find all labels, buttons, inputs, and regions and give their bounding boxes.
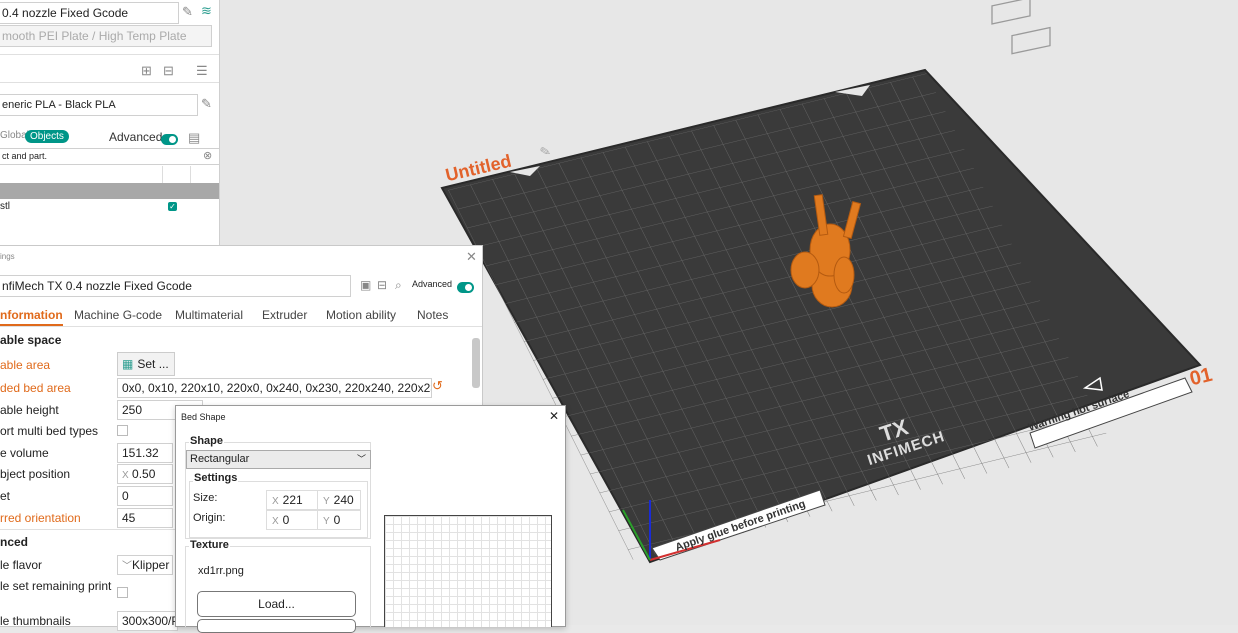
column-divider [190, 166, 191, 183]
tab-divider [0, 326, 482, 327]
wifi-icon[interactable]: ≋ [201, 3, 212, 19]
object-position-label: bject position [0, 467, 71, 481]
edit-printer-icon[interactable]: ✎ [182, 4, 193, 20]
object-visible-checkbox[interactable]: ✓ [168, 202, 177, 211]
offset-input[interactable]: 0 [117, 486, 173, 506]
save-preset-icon[interactable]: ▣ [360, 278, 371, 292]
bed-shape-dialog: Bed Shape ✕ Shape Rectangular ﹀ Settings… [175, 405, 566, 633]
size-x-input[interactable]: X 221 [266, 490, 318, 510]
plate-tool-icons[interactable] [932, 0, 1051, 55]
reset-icon[interactable]: ↺ [432, 378, 443, 394]
texture-label: Texture [189, 539, 230, 551]
section-advanced: nced [0, 535, 29, 549]
gcode-flavor-select[interactable]: ﹀Klipper [117, 555, 173, 575]
close-icon[interactable]: ✕ [549, 409, 559, 423]
remove-filament-icon[interactable]: ⊟ [163, 63, 174, 79]
printable-height-label: able height [0, 403, 59, 417]
thumbnails-input[interactable]: 300x300/P [117, 611, 178, 631]
edit-filament-icon[interactable]: ✎ [201, 96, 212, 112]
printer-preset-select[interactable]: nfiMech TX 0.4 nozzle Fixed Gcode [0, 275, 351, 297]
multi-bed-label: ort multi bed types [0, 424, 99, 438]
section-printable-space: able space [0, 333, 62, 347]
origin-y-input[interactable]: Y0 [317, 510, 361, 530]
plate-type-select[interactable]: mooth PEI Plate / High Temp Plate [0, 25, 212, 47]
bed-preview [384, 515, 552, 627]
advanced-label: Advanced [109, 130, 163, 144]
lock-icon [991, 0, 1031, 25]
size-y-input[interactable]: Y 240 [317, 490, 361, 510]
advanced-label: Advanced [412, 279, 453, 289]
advanced-toggle[interactable] [457, 280, 474, 294]
scrollbar[interactable] [472, 338, 480, 388]
object-list-header [0, 166, 219, 184]
layout-icon[interactable]: ▤ [188, 130, 200, 146]
divider [0, 529, 175, 530]
remove-texture-button[interactable] [197, 619, 356, 633]
left-sidebar: 0.4 nozzle Fixed Gcode ✎ ≋ mooth PEI Pla… [0, 0, 220, 245]
remaining-print-checkbox[interactable] [117, 587, 128, 598]
settings-label: Settings [193, 472, 239, 484]
thumbnails-label: le thumbnails [0, 614, 71, 628]
multi-bed-checkbox[interactable] [117, 425, 128, 436]
load-texture-button[interactable]: Load... [197, 591, 356, 617]
delete-preset-icon[interactable]: ⊟ [377, 278, 387, 292]
close-icon[interactable]: ✕ [466, 249, 477, 265]
tab-extruder[interactable]: Extruder [262, 308, 307, 322]
origin-label: Origin: [193, 512, 226, 524]
filament-select[interactable]: eneric PLA - Black PLA [0, 94, 198, 116]
clear-search-icon[interactable]: ⊗ [203, 149, 212, 162]
plate-row[interactable] [0, 183, 219, 199]
remaining-print-label: le set remaining print [0, 579, 112, 593]
set-printable-area-button[interactable]: ▦ Set ... [117, 352, 175, 376]
excluded-bed-label: ded bed area [0, 381, 71, 395]
object-search-input[interactable]: ct and part. [0, 148, 220, 165]
printable-area-label: able area [0, 358, 51, 372]
orientation-input[interactable]: 45 [117, 508, 173, 528]
grid-icon: ▦ [122, 357, 134, 371]
dialog-title: ings [0, 252, 15, 261]
object-name[interactable]: stl [0, 201, 10, 212]
search-icon[interactable]: ⌕ [395, 278, 402, 293]
chevron-down-icon: ﹀ [356, 454, 366, 464]
printer-select[interactable]: 0.4 nozzle Fixed Gcode [0, 2, 179, 24]
chevron-down-icon: ﹀ [122, 561, 132, 572]
settings-plate-icon [1011, 26, 1051, 55]
volume-label: e volume [0, 446, 49, 460]
offset-label: et [0, 489, 11, 503]
shape-select[interactable]: Rectangular ﹀ [186, 450, 371, 469]
add-filament-icon[interactable]: ⊞ [141, 63, 152, 79]
object-position-input[interactable]: X 0.50 [117, 464, 173, 484]
column-divider [162, 166, 163, 183]
tab-motion-ability[interactable]: Motion ability [326, 308, 396, 322]
orientation-label: rred orientation [0, 511, 81, 525]
tab-notes[interactable]: Notes [417, 308, 448, 322]
dialog-title: Bed Shape [181, 412, 226, 422]
size-label: Size: [193, 492, 218, 504]
gcode-flavor-label: le flavor [0, 558, 43, 572]
divider [0, 82, 219, 83]
texture-file-name: xd1rr.png [198, 565, 244, 577]
tab-basic-information[interactable]: nformation [0, 308, 63, 326]
tab-objects[interactable]: Objects [25, 130, 69, 143]
excluded-bed-input[interactable]: 0x0, 0x10, 220x10, 220x0, 0x240, 0x230, … [117, 378, 432, 398]
origin-x-input[interactable]: X0 [266, 510, 318, 530]
divider [0, 54, 219, 55]
advanced-toggle[interactable] [161, 132, 178, 146]
shape-label: Shape [189, 435, 225, 447]
filament-settings-icon[interactable]: ☰ [196, 63, 208, 79]
tab-multimaterial[interactable]: Multimaterial [175, 308, 243, 322]
volume-input[interactable]: 151.32 [117, 443, 173, 463]
tab-machine-gcode[interactable]: Machine G-code [74, 308, 162, 322]
